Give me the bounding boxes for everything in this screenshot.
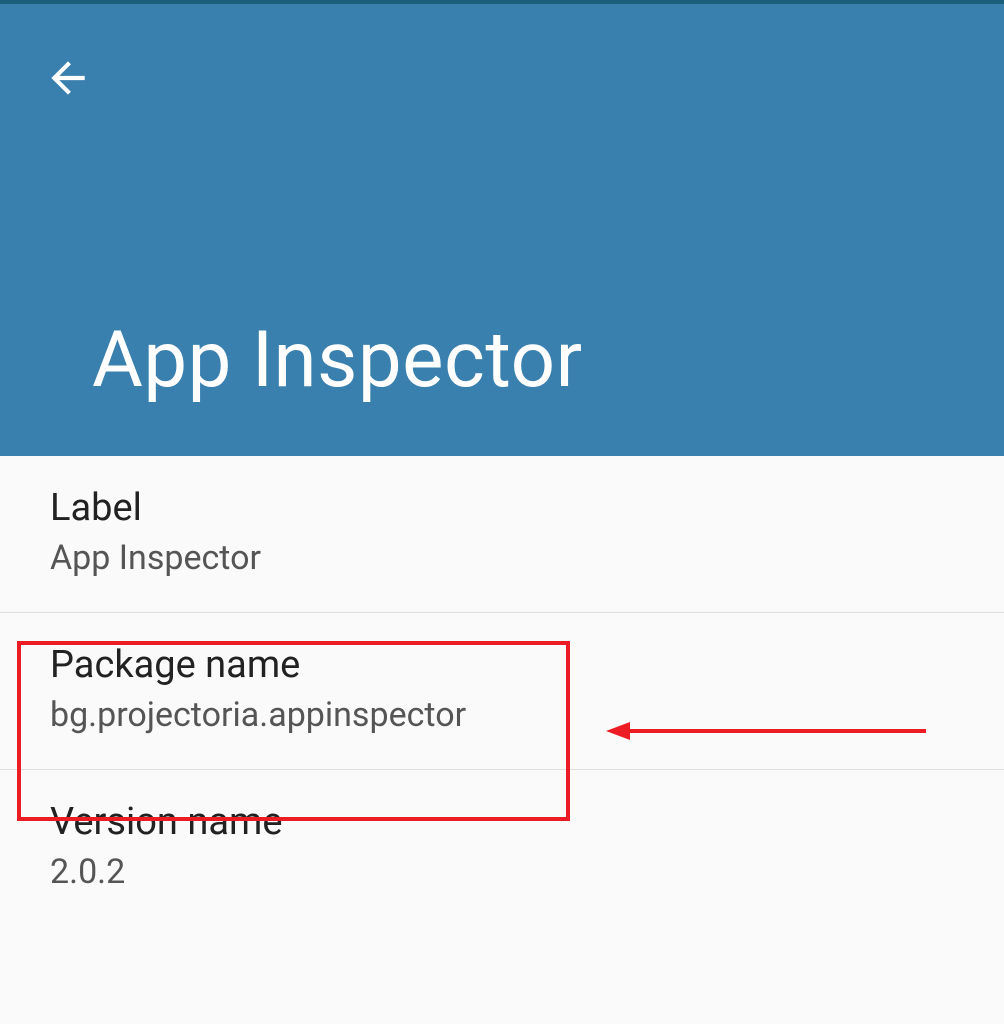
list-item-title: Label [50, 486, 954, 530]
page-title: App Inspector [92, 315, 583, 406]
list-item-value: 2.0.2 [50, 852, 954, 892]
list-item-title: Version name [50, 800, 954, 844]
app-header: App Inspector [0, 4, 1004, 456]
list-item-version[interactable]: Version name 2.0.2 [0, 770, 1004, 926]
list-item-value: bg.projectoria.appinspector [50, 695, 954, 735]
list-item-title: Package name [50, 643, 954, 687]
list-item-package[interactable]: Package name bg.projectoria.appinspector [0, 613, 1004, 770]
list-item-label[interactable]: Label App Inspector [0, 456, 1004, 613]
back-button[interactable] [40, 52, 96, 108]
back-arrow-icon [43, 53, 93, 107]
detail-list: Label App Inspector Package name bg.proj… [0, 456, 1004, 926]
list-item-value: App Inspector [50, 538, 954, 578]
